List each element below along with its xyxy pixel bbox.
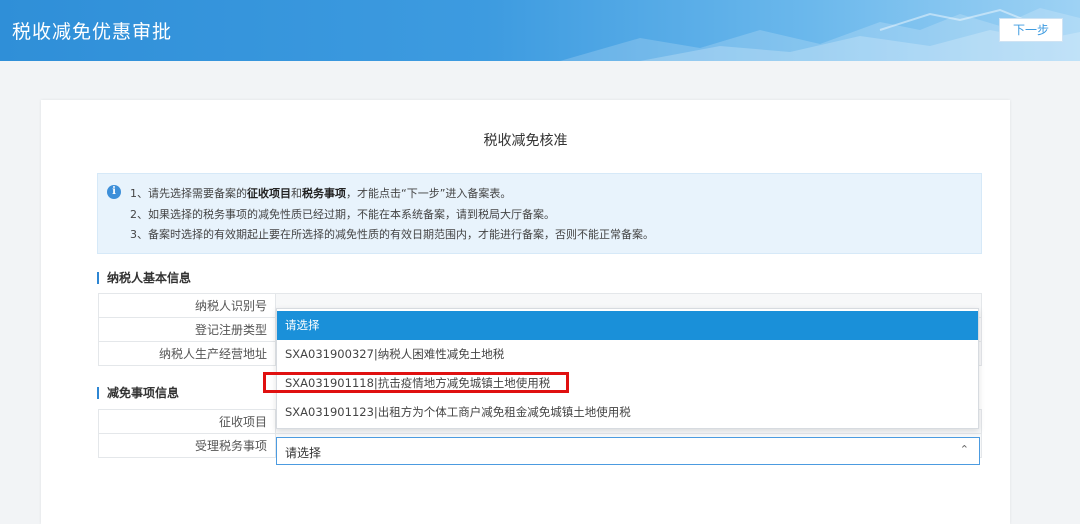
reg-type-label: 登记注册类型 [98,317,276,342]
panel-title: 税收减免核准 [483,133,568,149]
notice-box: i 1、请先选择需要备案的征收项目和税务事项，才能点击“下一步”进入备案表。 2… [97,173,982,254]
exemption-section-title: 减免事项信息 [97,387,179,399]
address-label: 纳税人生产经营地址 [98,341,276,366]
notice-line-2: 2、如果选择的税务事项的减免性质已经过期，不能在本系统备案，请到税局大厅备案。 [130,208,555,221]
header-banner: 税收减免优惠审批 下一步 [0,0,1080,61]
notice-line-3: 3、备案时选择的有效期起止要在所选择的减免性质的有效日期范围内，才能进行备案，否… [130,228,654,241]
levy-item-label: 征收项目 [98,409,276,434]
tax-matter-label: 受理税务事项 [98,433,276,458]
tax-matter-select-value: 请选择 [285,446,322,460]
page-title: 税收减免优惠审批 [12,21,173,43]
tax-matter-dropdown: 请选择 SXA031900327|纳税人困难性减免土地税 SXA03190111… [276,308,979,429]
next-step-button[interactable]: 下一步 [999,18,1063,42]
notice-line-1: 1、请先选择需要备案的征收项目和税务事项，才能点击“下一步”进入备案表。 [130,187,512,200]
chevron-up-icon[interactable]: ⌃ [960,443,969,456]
taxpayer-id-label: 纳税人识别号 [98,293,276,318]
dropdown-option[interactable]: SXA031900327|纳税人困难性减免土地税 [277,340,978,369]
dropdown-option[interactable]: SXA031901118|抗击疫情地方减免城镇土地使用税 [277,369,978,398]
dropdown-option[interactable]: 请选择 [277,311,978,340]
info-icon: i [107,185,121,199]
tax-matter-select[interactable]: 请选择 ⌃ [276,437,980,465]
dropdown-option[interactable]: SXA031901123|出租方为个体工商户减免租金减免城镇土地使用税 [277,398,978,427]
taxpayer-section-title: 纳税人基本信息 [97,272,191,284]
